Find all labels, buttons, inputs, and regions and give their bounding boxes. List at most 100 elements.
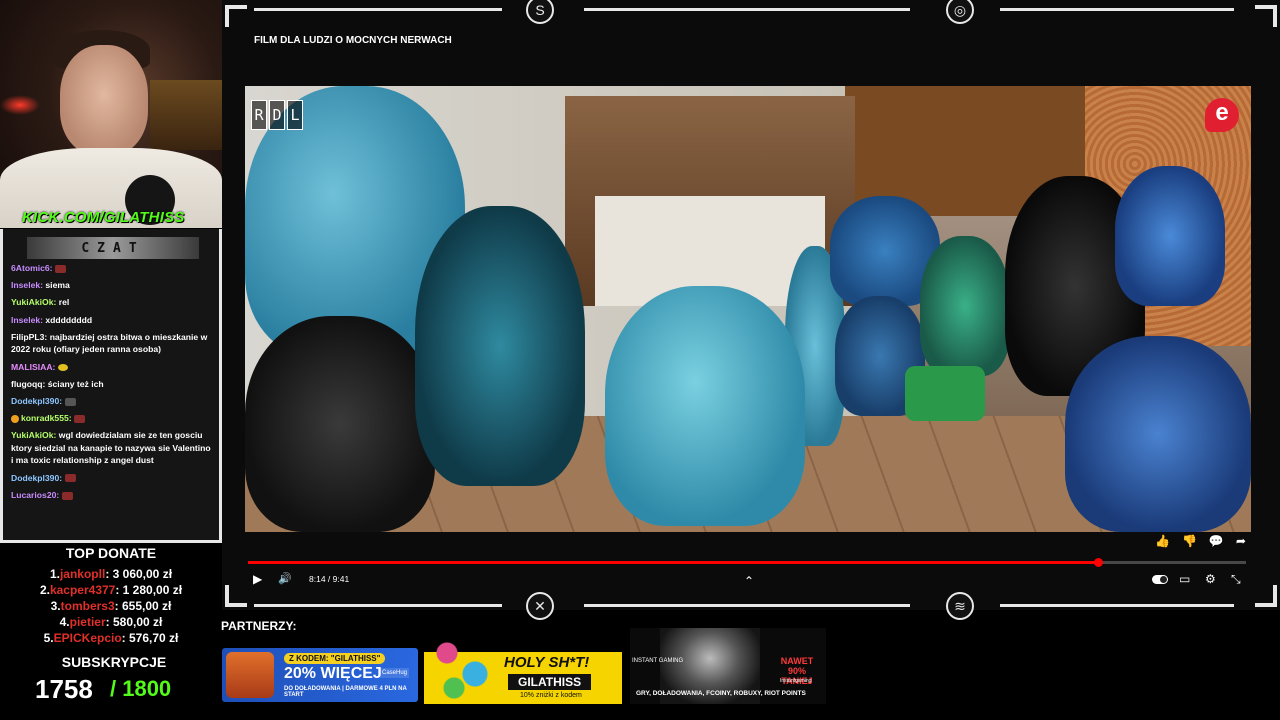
chat-username[interactable]: FilipPL3: [11,332,47,342]
chat-message: Lucarios20: [11,489,211,502]
promo-discount: 10% zniżki z kodem [520,692,582,699]
donate-rank: 2. [39,583,50,597]
chat-username[interactable]: Lucarios20: [11,490,59,500]
channel-logo: e [1205,98,1239,132]
donate-rank: 3. [50,599,61,613]
partners-title: PARTNERZY: [221,619,297,633]
scene-bag [245,316,435,532]
frame-line [584,604,910,607]
donate-amount: : 580,00 zł [105,615,163,629]
donate-rank: 4. [59,615,70,629]
chat-message: MALISIAA: [11,361,211,374]
scene-dumbbell [905,366,985,421]
donate-amount: : 576,70 zł [121,631,179,645]
chat-username[interactable]: Inselek: [11,280,43,290]
chat-text: siema [45,280,70,291]
emote-icon [64,397,76,406]
emote-icon [57,363,68,371]
frame-logo-icon: ✕ [526,592,554,620]
webcam-feed [0,0,222,228]
chat-username[interactable]: Dodekpl390: [11,396,62,406]
promo-code-pill: Z KODEM: "GILATHISS" [284,653,386,664]
donate-rank: 5. [43,631,54,645]
time-display: 8:14 / 9:41 [309,574,350,584]
frame-line [254,8,502,11]
promo-subtext: GRY, DOŁADOWANIA, FCOINY, ROBUXY, RIOT P… [636,690,806,697]
chat-username[interactable]: 6Atomic6: [11,263,53,273]
share-icon[interactable]: ➦ [1236,534,1246,548]
video-content[interactable]: R D L e [245,86,1251,532]
progress-bar[interactable] [248,558,1246,567]
settings-icon[interactable]: ⚙ [1205,572,1216,586]
like-icon[interactable]: 👍 [1155,534,1170,548]
subs-goal: / 1800 [110,676,172,701]
webcam-shelf [150,80,222,150]
chat-text: ściany też ich [47,378,104,389]
partner-banner-instantgaming[interactable]: INSTANT GAMING NAWET 90% TANIEJ Instantg… [630,628,826,704]
frame-line [584,8,910,11]
user-badge-icon [11,414,19,423]
autoplay-toggle[interactable] [1152,575,1168,584]
fullscreen-icon[interactable]: ⤡ [1231,572,1241,587]
promo-headline: 20% WIĘCEJ [284,665,382,682]
frame-logo-icon: ≋ [946,592,974,620]
frame-corner [225,585,247,607]
scene-bag [605,286,805,526]
frame-line [254,604,502,607]
promo-subtext: DO DOŁADOWANIA | DARMOWE 4 PLN NA START [284,686,407,698]
play-icon[interactable]: ▶ [253,572,262,586]
video-title: FILM DLA LUDZI O MOCNYCH NERWACH [254,35,452,46]
scene-bag [920,236,1010,376]
chat-username[interactable]: flugoqq: [11,379,45,389]
treasure-chest-icon [226,652,274,698]
chat-message: flugoqq: ściany też ich [11,378,211,391]
donor-name: EPICKepcio [53,631,122,645]
brand-logo: CaseHug [380,668,410,678]
chevron-up-icon[interactable]: ⌃ [744,574,754,588]
donate-amount: : 655,00 zł [114,599,172,613]
scene-bag [1115,166,1225,306]
partner-banner-holyshit[interactable]: HOLY SH*T! GILATHISS 10% zniżki z kodem [424,632,622,704]
chat-username[interactable]: konradk555: [21,413,72,423]
chat-username[interactable]: YukiAkiOk: [11,430,56,440]
emote-icon [61,491,73,500]
rdl-letter: D [269,100,285,130]
emote-icon [64,474,76,483]
chat-username[interactable]: Inselek: [11,315,43,325]
donate-row: 5.EPICKepcio: 576,70 zł [0,630,222,646]
partner-banner-casehug[interactable]: Z KODEM: "GILATHISS" 20% WIĘCEJ DO DOŁAD… [222,648,418,702]
comment-icon[interactable]: 💬 [1209,534,1224,548]
scene-bag [415,206,585,486]
kick-url: KICK.COM/GILATHISS [22,209,185,226]
brand-logo: INSTANT GAMING [632,658,684,664]
chat-message: Dodekpl390: [11,395,211,408]
progress-fill [248,561,1099,564]
chat-list: 6Atomic6: Inselek: siema YukiAkiOk: rel In… [11,262,211,506]
volume-icon[interactable]: 🔊 [278,572,292,585]
chat-message: Inselek: xdddddddd [11,314,211,327]
video-actions: 👍 👎 💬 ➦ [1155,534,1246,548]
promo-headline: HOLY SH*T! [504,654,590,671]
frame-line [1000,8,1234,11]
donate-row: 4.pietier: 580,00 zł [0,614,222,630]
subs-count: 1758 [35,674,93,704]
donor-name: kacper4377 [49,583,116,597]
dislike-icon[interactable]: 👎 [1182,534,1197,548]
donor-name: jankopll [59,567,106,581]
captions-icon[interactable]: ▭ [1179,572,1190,586]
chat-username[interactable]: Dodekpl390: [11,473,62,483]
chat-message: konradk555: [11,412,211,425]
chat-message: Inselek: siema [11,279,211,292]
donor-name: pietier [69,615,106,629]
product-image [426,632,496,702]
chat-username[interactable]: MALISIAA: [11,362,55,372]
donate-amount: : 1 280,00 zł [115,583,183,597]
chat-text: xdddddddd [45,314,93,325]
chat-username[interactable]: YukiAkiOk: [11,297,56,307]
donate-row: 2.kacper4377: 1 280,00 zł [0,582,222,598]
chat-text: rel [58,297,70,308]
promo-code: GILATHISS [508,674,592,690]
donate-row: 3.tombers3: 655,00 zł [0,598,222,614]
brand-site: Instantgaming [780,678,812,684]
rdl-letter: L [287,100,303,130]
